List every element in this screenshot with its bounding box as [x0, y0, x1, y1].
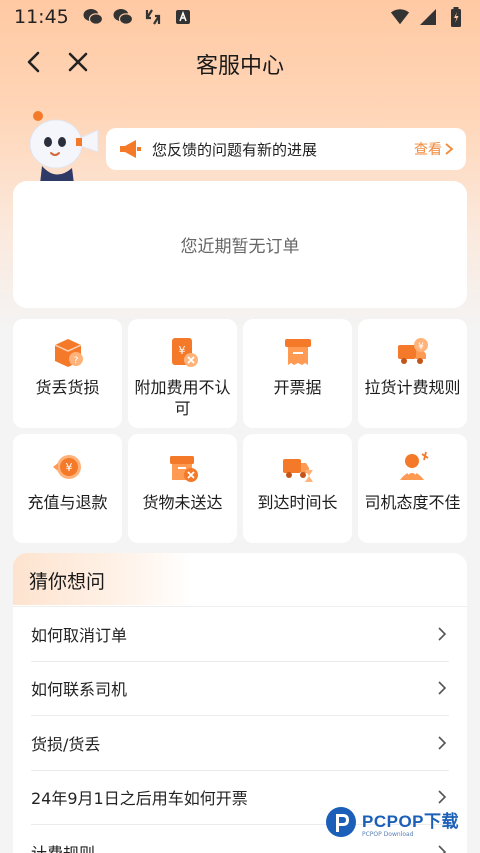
faq-item[interactable]: 货损/货丢 — [31, 716, 449, 771]
wechat-icon — [83, 7, 103, 27]
service-label: 到达时间长 — [257, 493, 338, 512]
faq-item-text: 如何联系司机 — [31, 680, 128, 700]
receipt-x-icon: ¥ — [171, 338, 198, 367]
signal-icon — [418, 7, 438, 27]
service-extra-fee[interactable]: ¥ 附加费用不认可 — [128, 319, 237, 428]
status-time: 11:45 — [14, 6, 69, 28]
notice-text: 您反馈的问题有新的进展 — [152, 140, 318, 159]
status-bar: 11:45 — [0, 0, 480, 34]
progress-notice[interactable]: 您反馈的问题有新的进展 查看 — [106, 128, 466, 170]
service-not-delivered[interactable]: 货物未送达 — [128, 434, 237, 543]
megaphone-icon — [118, 139, 142, 159]
no-order-text: 您近期暂无订单 — [180, 237, 300, 257]
nav-bar: 客服中心 — [0, 38, 480, 86]
svg-text:¥: ¥ — [65, 461, 72, 474]
svg-text:¥: ¥ — [418, 342, 424, 352]
service-driver-attitude[interactable]: 司机态度不佳 — [358, 434, 467, 543]
chevron-right-icon — [445, 143, 454, 155]
service-label: 拉货计费规则 — [364, 378, 461, 397]
notice-view-link[interactable]: 查看 — [414, 139, 454, 159]
coin-refund-icon: ¥ — [52, 455, 81, 479]
service-label: 货丢货损 — [35, 378, 100, 397]
box-question-icon: ? — [54, 339, 83, 367]
font-a-icon — [173, 7, 193, 27]
faq-item[interactable]: 如何取消订单 — [31, 607, 449, 662]
service-label: 司机态度不佳 — [364, 493, 461, 512]
sync-icon — [143, 7, 163, 27]
driver-icon — [399, 451, 428, 480]
faq-item-text: 如何取消订单 — [31, 625, 128, 645]
service-label: 附加费用不认可 — [134, 378, 231, 418]
faq-item[interactable]: 如何联系司机 — [31, 662, 449, 716]
truck-coin-icon: ¥ — [397, 338, 428, 364]
service-lost-damaged[interactable]: ? 货丢货损 — [13, 319, 122, 428]
chevron-right-icon — [438, 736, 447, 750]
truck-hourglass-icon — [282, 459, 313, 482]
box-x-icon — [169, 456, 198, 482]
chevron-right-icon — [438, 681, 447, 695]
page-title: 客服中心 — [195, 54, 284, 79]
service-grid: ? 货丢货损 ¥ 附加费用不认可 开票据 ¥ 拉货计费规则 ¥ 充值与退款 货物… — [13, 319, 467, 543]
battery-charging-icon — [446, 7, 466, 27]
service-long-arrival[interactable]: 到达时间长 — [243, 434, 352, 543]
pcpop-logo-icon — [326, 807, 356, 837]
notice-view-label: 查看 — [414, 142, 442, 158]
wechat-icon — [113, 7, 133, 27]
watermark: PCPOP下载 PCPOP Download — [324, 802, 474, 842]
order-card: 您近期暂无订单 — [13, 181, 467, 308]
svg-text:¥: ¥ — [178, 344, 185, 357]
svg-text:?: ? — [73, 356, 78, 366]
service-recharge-refund[interactable]: ¥ 充值与退款 — [13, 434, 122, 543]
wifi-icon — [390, 7, 410, 27]
faq-item-text: 货损/货丢 — [31, 734, 101, 754]
service-label: 开票据 — [273, 378, 322, 397]
service-billing-rules[interactable]: ¥ 拉货计费规则 — [358, 319, 467, 428]
watermark-subtext: PCPOP Download — [362, 830, 414, 838]
service-label: 货物未送达 — [142, 493, 223, 512]
service-label: 充值与退款 — [27, 493, 108, 512]
invoice-icon — [284, 339, 311, 365]
chevron-right-icon — [438, 627, 447, 641]
service-invoice[interactable]: 开票据 — [243, 319, 352, 428]
watermark-text: PCPOP下载 — [362, 811, 460, 831]
mascot-image — [22, 108, 102, 184]
faq-title: 猜你想问 — [29, 571, 106, 593]
chevron-right-icon — [438, 845, 447, 853]
